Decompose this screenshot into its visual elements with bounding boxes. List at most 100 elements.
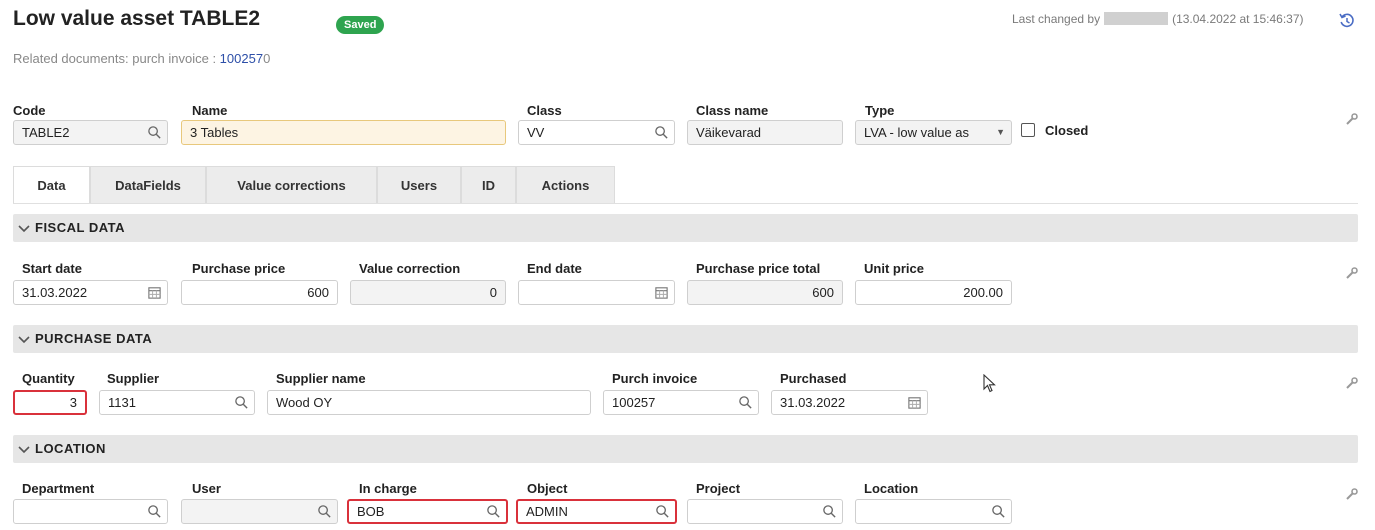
supplier-field[interactable]: 1131 — [99, 390, 255, 415]
search-icon[interactable] — [738, 395, 753, 410]
purchase-price-field[interactable]: 600 — [181, 280, 338, 305]
tab-bar: Data DataFields Value corrections Users … — [13, 166, 615, 203]
status-badge: Saved — [336, 16, 385, 34]
chevron-down-icon[interactable] — [17, 221, 31, 235]
quantity-label: Quantity — [22, 371, 75, 386]
class-name-field: Väikevarad — [687, 120, 843, 145]
related-label: Related documents: purch invoice : — [13, 51, 220, 66]
purch-invoice-label: Purch invoice — [612, 371, 698, 386]
type-value: LVA - low value as — [864, 125, 970, 140]
redacted-user — [1104, 12, 1169, 25]
last-changed-info: Last changed by (13.04.2022 at 15:46:37) — [1012, 12, 1304, 26]
tab-actions[interactable]: Actions — [516, 166, 615, 203]
calendar-icon[interactable] — [147, 285, 162, 300]
location-field[interactable] — [855, 499, 1012, 524]
start-date-field[interactable]: 31.03.2022 — [13, 280, 168, 305]
search-icon[interactable] — [822, 504, 837, 519]
class-value: VV — [527, 125, 545, 140]
supplier-name-label: Supplier name — [276, 371, 366, 386]
search-icon[interactable] — [147, 504, 162, 519]
related-invoice-link[interactable]: 100257 — [220, 51, 263, 66]
calendar-icon[interactable] — [654, 285, 669, 300]
purchase-price-total-label: Purchase price total — [696, 261, 821, 276]
purchase-price-total-value: 600 — [812, 285, 834, 300]
supplier-name-value: Wood OY — [276, 395, 333, 410]
fiscal-data-section[interactable]: FISCAL DATA — [13, 214, 1358, 242]
type-select[interactable]: LVA - low value as ▼ — [855, 120, 1012, 145]
supplier-value: 1131 — [108, 395, 136, 410]
last-changed-prefix: Last changed by — [1012, 12, 1101, 26]
department-label: Department — [22, 481, 95, 496]
search-icon[interactable] — [655, 504, 670, 519]
calendar-icon[interactable] — [907, 395, 922, 410]
search-icon[interactable] — [486, 504, 501, 519]
chevron-down-icon[interactable] — [17, 442, 31, 456]
fiscal-data-title: FISCAL DATA — [35, 220, 125, 235]
unit-price-label: Unit price — [864, 261, 924, 276]
end-date-field[interactable] — [518, 280, 675, 305]
purchase-data-title: PURCHASE DATA — [35, 331, 153, 346]
chevron-down-icon[interactable]: ▼ — [996, 121, 1005, 144]
type-label: Type — [865, 103, 895, 118]
in-charge-field[interactable]: BOB — [347, 499, 508, 524]
tab-divider — [13, 203, 1358, 204]
purchase-price-total-field: 600 — [687, 280, 843, 305]
class-name-label: Class name — [696, 103, 769, 118]
purch-invoice-value: 100257 — [612, 395, 656, 410]
last-changed-time: (13.04.2022 at 15:46:37) — [1172, 12, 1304, 26]
object-field[interactable]: ADMIN — [516, 499, 677, 524]
history-icon[interactable] — [1338, 12, 1356, 30]
department-field[interactable] — [13, 499, 168, 524]
object-value: ADMIN — [526, 504, 568, 519]
tab-value-corrections[interactable]: Value corrections — [206, 166, 377, 203]
in-charge-label: In charge — [359, 481, 417, 496]
wrench-icon[interactable] — [1345, 376, 1359, 390]
start-date-value: 31.03.2022 — [22, 285, 88, 300]
code-label: Code — [13, 103, 46, 118]
object-label: Object — [527, 481, 568, 496]
name-label: Name — [192, 103, 228, 118]
class-label: Class — [527, 103, 562, 118]
tab-data[interactable]: Data — [13, 166, 90, 203]
purchase-data-section[interactable]: PURCHASE DATA — [13, 325, 1358, 353]
location-section[interactable]: LOCATION — [13, 435, 1358, 463]
location-label: Location — [864, 481, 919, 496]
purchase-price-label: Purchase price — [192, 261, 286, 276]
user-field[interactable] — [181, 499, 338, 524]
wrench-icon[interactable] — [1345, 487, 1359, 501]
tab-id[interactable]: ID — [461, 166, 516, 203]
end-date-label: End date — [527, 261, 582, 276]
closed-checkbox[interactable] — [1021, 123, 1035, 137]
purch-invoice-field[interactable]: 100257 — [603, 390, 759, 415]
related-documents: Related documents: purch invoice : 10025… — [13, 51, 270, 66]
purchased-value: 31.03.2022 — [780, 395, 846, 410]
purchase-price-value: 600 — [307, 285, 329, 300]
search-icon[interactable] — [234, 395, 249, 410]
quantity-value: 3 — [69, 395, 77, 410]
class-field[interactable]: VV — [518, 120, 675, 145]
related-suffix: 0 — [263, 51, 271, 66]
name-field[interactable]: 3 Tables — [181, 120, 506, 145]
supplier-name-field[interactable]: Wood OY — [267, 390, 591, 415]
search-icon[interactable] — [654, 125, 669, 140]
tab-datafields[interactable]: DataFields — [90, 166, 206, 203]
unit-price-field[interactable]: 200.00 — [855, 280, 1012, 305]
search-icon[interactable] — [317, 504, 332, 519]
project-label: Project — [696, 481, 741, 496]
quantity-field[interactable]: 3 — [13, 390, 87, 415]
location-title: LOCATION — [35, 441, 106, 456]
unit-price-value: 200.00 — [963, 285, 1003, 300]
purchased-field[interactable]: 31.03.2022 — [771, 390, 928, 415]
chevron-down-icon[interactable] — [17, 332, 31, 346]
tab-users[interactable]: Users — [377, 166, 461, 203]
search-icon[interactable] — [991, 504, 1006, 519]
user-label: User — [192, 481, 221, 496]
wrench-icon[interactable] — [1345, 112, 1359, 126]
code-field[interactable]: TABLE2 — [13, 120, 168, 145]
project-field[interactable] — [687, 499, 843, 524]
class-name-value: Väikevarad — [696, 125, 762, 140]
wrench-icon[interactable] — [1345, 266, 1359, 280]
value-correction-value: 0 — [489, 285, 497, 300]
search-icon[interactable] — [147, 125, 162, 140]
purchased-label: Purchased — [780, 371, 847, 386]
